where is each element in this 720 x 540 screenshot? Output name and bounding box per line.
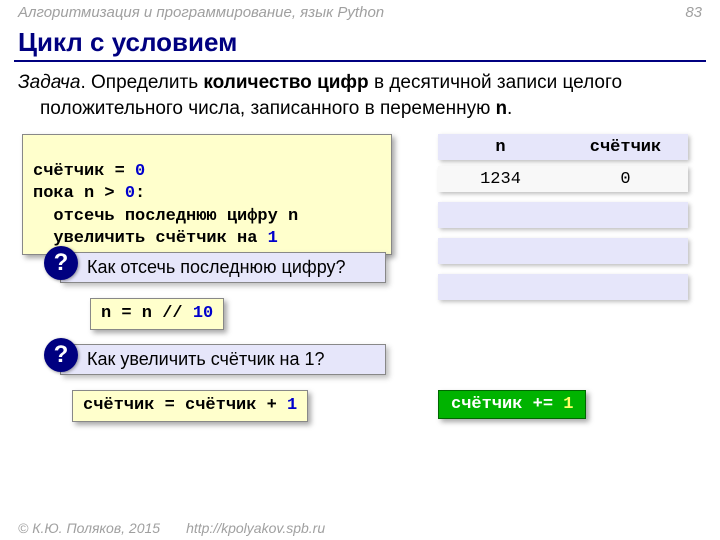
table-row: 1234 0 <box>438 166 688 192</box>
pseudocode-box: счётчик = 0 пока n > 0: отсечь последнюю… <box>22 134 392 254</box>
footer: © К.Ю. Поляков, 2015 http://kpolyakov.sp… <box>0 520 720 536</box>
answer-box-3: счётчик += 1 <box>438 390 586 419</box>
table-row <box>438 238 688 264</box>
footer-url: http://kpolyakov.spb.ru <box>186 520 325 536</box>
answer-box-2: счётчик = счётчик + 1 <box>72 390 308 422</box>
task-lead: Задача <box>18 72 80 93</box>
copyright: © К.Ю. Поляков, 2015 <box>18 520 160 536</box>
task-var: n <box>496 98 507 120</box>
table-row <box>438 274 688 300</box>
page-number: 83 <box>685 4 702 21</box>
col-n: n <box>438 134 563 160</box>
table-row <box>438 202 688 228</box>
task-bold: количество цифр <box>203 72 368 93</box>
col-counter: счётчик <box>563 134 688 160</box>
question-box-2: Как увеличить счётчик на 1? <box>60 344 386 375</box>
course-title: Алгоритмизация и программирование, язык … <box>18 4 384 21</box>
trace-table: n счётчик 1234 0 <box>438 134 688 310</box>
question-box-1: Как отсечь последнюю цифру? <box>60 252 386 283</box>
table-header: n счётчик <box>438 134 688 160</box>
page-title: Цикл с условием <box>0 21 720 58</box>
header: Алгоритмизация и программирование, язык … <box>0 0 720 21</box>
task-text: Задача. Определить количество цифр в дес… <box>0 62 720 122</box>
answer-box-1: n = n // 10 <box>90 298 224 330</box>
